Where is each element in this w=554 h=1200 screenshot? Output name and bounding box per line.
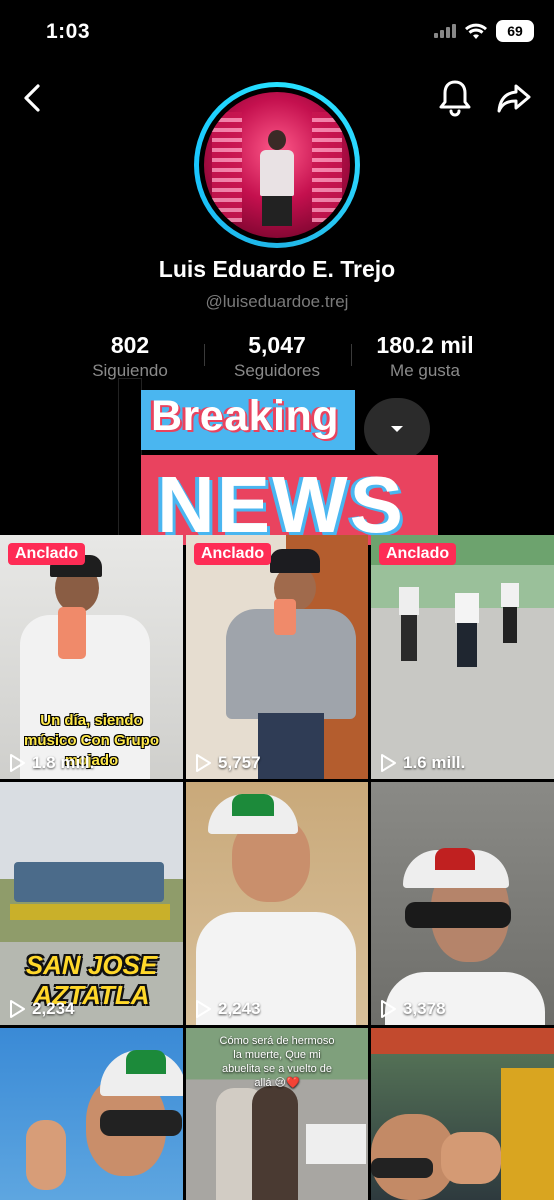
stat-likes-label: Me gusta	[390, 361, 460, 380]
play-icon	[381, 1000, 396, 1018]
video-tile[interactable]: Anclado 1.6 mill.	[371, 535, 554, 779]
video-tile[interactable]	[0, 1028, 183, 1200]
cellular-signal-icon	[434, 24, 456, 38]
caret-down-icon	[391, 426, 403, 432]
stat-divider	[351, 344, 352, 366]
play-icon	[10, 754, 25, 772]
view-count-text: 3,378	[403, 999, 446, 1018]
status-time: 1:03	[46, 20, 91, 43]
video-caption: Cómo será de hermoso la muerte, Que mi a…	[219, 1035, 335, 1089]
avatar-story-ring[interactable]	[194, 82, 360, 248]
stat-following-value: 802	[110, 332, 150, 358]
stat-followers[interactable]: 5,047 Seguidores	[218, 332, 336, 381]
video-grid: Anclado Un día, siendo músico Con Grupo …	[0, 535, 554, 1200]
share-arrow-icon[interactable]	[494, 78, 534, 118]
play-icon	[381, 754, 396, 772]
breaking-text: Breaking	[151, 392, 340, 440]
stat-divider	[204, 344, 205, 366]
pinned-badge: Anclado	[8, 543, 86, 565]
view-count: 2,234	[8, 999, 75, 1019]
view-count: 1.6 mill.	[379, 753, 465, 773]
news-sticker: NEWS	[141, 455, 438, 549]
play-icon	[196, 754, 211, 772]
profile-handle: @luiseduardoe.trej	[205, 292, 349, 311]
video-tile[interactable]	[371, 1028, 554, 1200]
view-count-text: 2,243	[218, 999, 261, 1018]
video-tile[interactable]: Anclado 5,757	[186, 535, 368, 779]
view-count-text: 1.6 mill.	[403, 753, 466, 772]
profile-name: Luis Eduardo E. Trejo	[158, 256, 396, 282]
stat-followers-value: 5,047	[248, 332, 306, 358]
wifi-icon	[465, 23, 487, 39]
pinned-badge: Anclado	[379, 543, 457, 565]
view-count: 2,243	[194, 999, 261, 1019]
status-icons: 69	[434, 20, 534, 42]
view-count: 1.8 mill.	[8, 753, 94, 773]
video-tile[interactable]: Cómo será de hermoso la muerte, Que mi a…	[186, 1028, 368, 1200]
pinned-badge: Anclado	[194, 543, 272, 565]
partial-action-button[interactable]	[118, 378, 142, 546]
video-tile[interactable]: 3,378	[371, 782, 554, 1025]
video-tile[interactable]: Anclado Un día, siendo músico Con Grupo …	[0, 535, 183, 779]
stat-likes-value: 180.2 mil	[376, 332, 474, 358]
view-count-text: 2,234	[32, 999, 75, 1018]
breaking-news-sticker: Breaking	[141, 390, 355, 450]
battery-icon: 69	[496, 20, 534, 42]
view-count-text: 5,757	[218, 753, 261, 772]
view-count: 5,757	[194, 753, 261, 773]
status-bar: 1:03 69	[0, 0, 554, 60]
play-icon	[10, 1000, 25, 1018]
avatar	[204, 92, 350, 238]
back-chevron-icon[interactable]	[16, 80, 52, 116]
suggested-accounts-dropdown-button[interactable]	[364, 398, 430, 460]
stat-following[interactable]: 802 Siguiendo	[78, 332, 182, 381]
video-tile[interactable]: SAN JOSE AZTATLA 2,234	[0, 782, 183, 1025]
video-tile[interactable]: 2,243	[186, 782, 368, 1025]
profile-stats: 802 Siguiendo 5,047 Seguidores 180.2 mil…	[0, 332, 554, 384]
view-count: 3,378	[379, 999, 446, 1019]
play-icon	[196, 1000, 211, 1018]
stat-followers-label: Seguidores	[233, 361, 320, 380]
bell-icon[interactable]	[436, 78, 474, 118]
view-count-text: 1.8 mill.	[32, 753, 95, 772]
stat-likes[interactable]: 180.2 mil Me gusta	[362, 332, 488, 381]
